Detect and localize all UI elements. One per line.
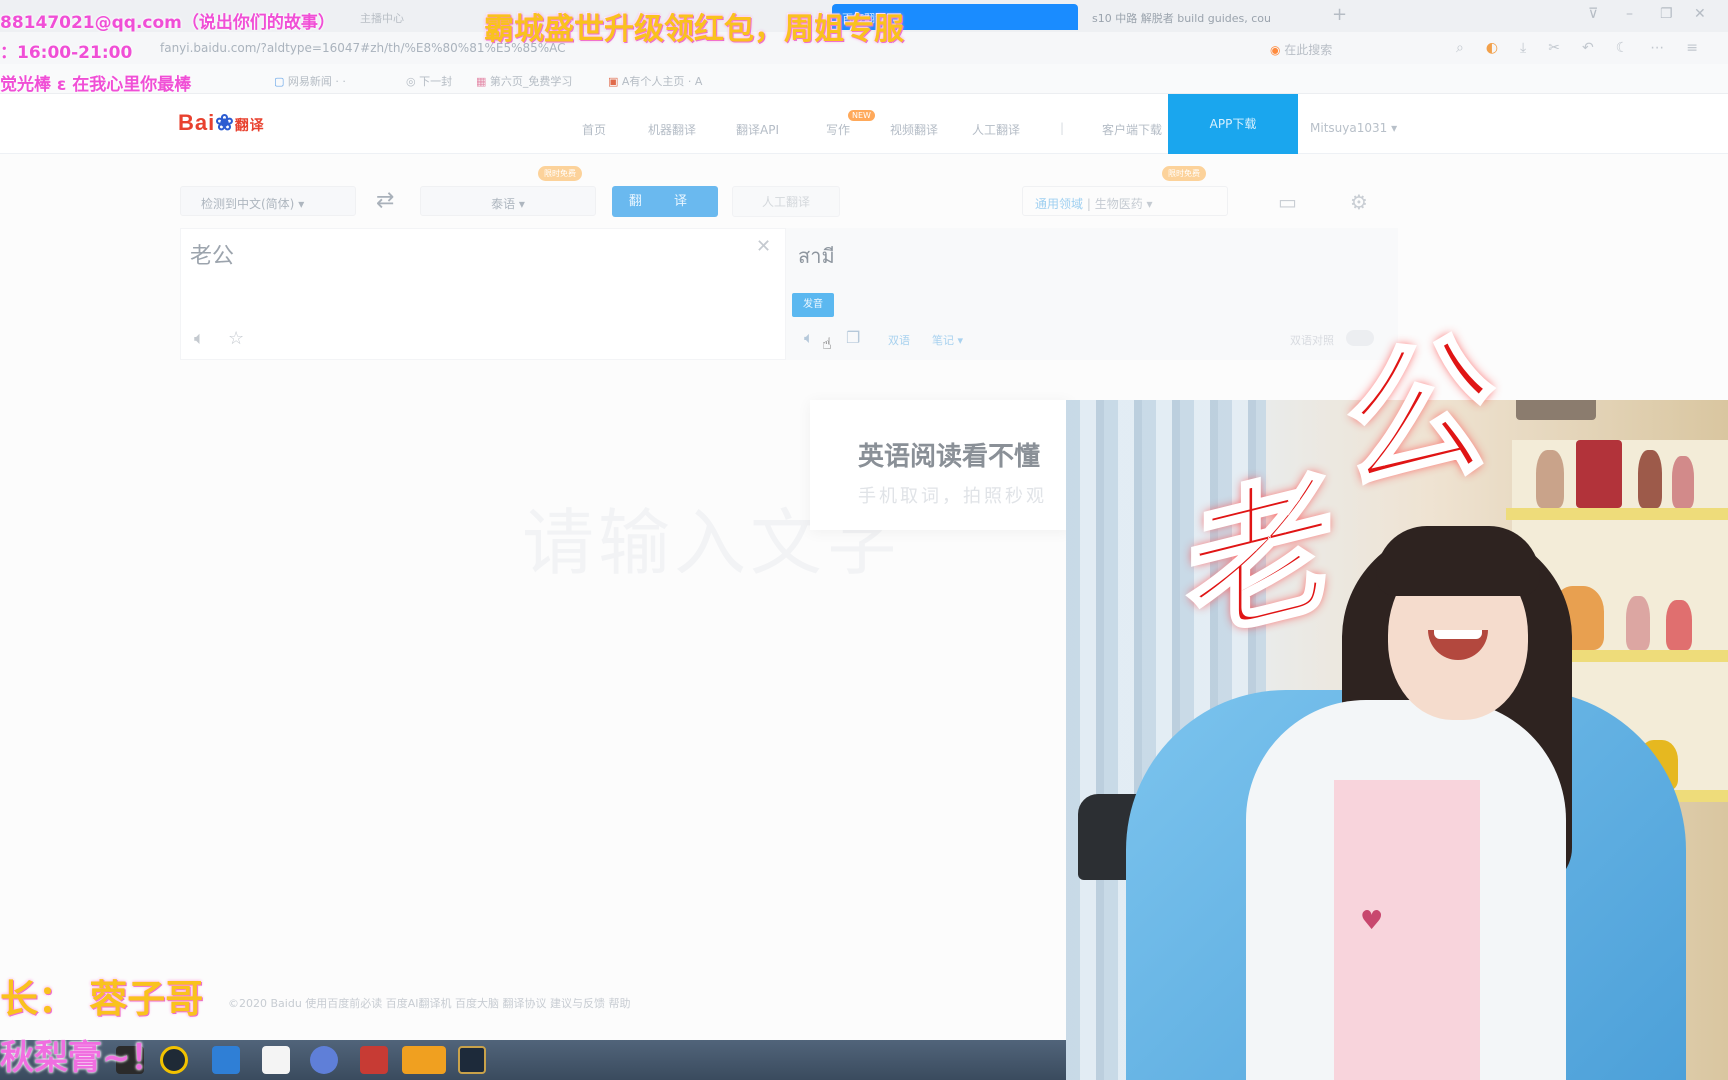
bookmark-icon: ▣ <box>608 75 622 88</box>
footer-links[interactable]: ©2020 Baidu 使用百度前必读 百度AI翻译机 百度大脑 翻译协议 建议… <box>228 995 631 1011</box>
user-menu[interactable]: Mitsuya1031 ▾ <box>1310 121 1397 135</box>
overlay-bottom-label: 长： 蓉子哥 <box>0 977 204 1021</box>
search-icon[interactable]: ⌕ <box>1456 40 1464 56</box>
shield-icon[interactable]: ⊽ <box>1588 6 1598 22</box>
teeth <box>1434 630 1482 639</box>
swap-languages-icon[interactable]: ⇄ <box>376 188 394 213</box>
overlay-banner: 霸城盛世升级领红包，周姐专服 <box>484 12 904 47</box>
bookmarks-bar: ▢ 网易新闻 · · ◎ 下一封 ▦ 第六页_免费学习 ▣ A有个人主页 · A <box>0 64 1728 94</box>
download-icon[interactable]: ⤓ <box>1520 40 1526 56</box>
paw-icon: ❀ <box>215 110 235 135</box>
menu-icon[interactable]: ≡ <box>1686 40 1698 56</box>
bookmark-1[interactable]: ▢ 网易新闻 · · <box>274 73 346 89</box>
overlay-line-left: 觉光棒 ε 在我心里你最棒 <box>0 75 192 95</box>
nav-translate-api[interactable]: 翻译API <box>736 121 779 138</box>
source-language-select[interactable]: 检测到中文(简体) ▾ <box>180 186 356 216</box>
settings-icon[interactable]: ⚙ <box>1350 190 1368 214</box>
chevron-down-icon: ▾ <box>294 197 305 211</box>
bookmark-icon: ▢ <box>274 75 288 88</box>
screen: 主播中心 百度翻译 s10 中路 解脱者 build guides, cou +… <box>0 0 1728 1080</box>
figurine <box>1638 450 1662 508</box>
domain-divider: | <box>1083 197 1095 211</box>
translate-button[interactable]: 翻 译 <box>612 186 718 217</box>
bookmark-icon: ▦ <box>476 75 490 88</box>
source-text-input[interactable]: 老公 <box>190 238 234 270</box>
bangs <box>1376 526 1540 596</box>
pronounce-tooltip: 发音 <box>792 293 834 317</box>
nav-machine-translation[interactable]: 机器翻译 <box>648 121 696 138</box>
wechat-icon[interactable] <box>402 1046 446 1074</box>
grid-icon[interactable]: ⋯ <box>1650 40 1664 56</box>
search-engine-icon: ◉ <box>1270 43 1285 57</box>
toolbar-icons: ⌕ ◐ ⤓ ✂ ↶ ☾ ⋯ ≡ <box>1456 40 1698 56</box>
figurine-box <box>1576 440 1622 508</box>
clear-input-icon[interactable]: ✕ <box>756 236 771 257</box>
promo-tag-left: 限时免费 <box>538 166 582 181</box>
overlay-time: ：16:00-21:00 <box>0 43 133 63</box>
notes-link[interactable]: 笔记 ▾ <box>932 332 963 348</box>
game-icon[interactable]: ◐ <box>1486 40 1498 56</box>
nav-divider: | <box>1060 121 1065 135</box>
nav-human-translation[interactable]: 人工翻译 <box>972 121 1020 138</box>
target-language-select[interactable]: 泰语 ▾ <box>420 186 596 216</box>
figurine <box>1666 600 1692 650</box>
bookmark-4[interactable]: ▣ A有个人主页 · A <box>608 73 702 89</box>
source-speaker-icon[interactable]: 🔈︎ <box>194 328 205 349</box>
site-header: Bai❀翻译 首页 机器翻译 翻译API 写作 NEW 视频翻译 人工翻译 | … <box>0 94 1728 154</box>
chevron-down-icon: ▾ <box>1387 121 1398 135</box>
notepad-icon[interactable] <box>262 1046 290 1074</box>
favorite-star-icon[interactable]: ☆ <box>228 328 244 349</box>
nav-video-translation[interactable]: 视频翻译 <box>890 121 938 138</box>
bookmark-icon: ◎ <box>406 75 420 88</box>
chevron-down-icon: ▾ <box>515 197 525 211</box>
overlay-email: 88147021@qq.com（说出你们的故事） <box>0 13 335 33</box>
nav-writing[interactable]: 写作 <box>826 121 850 138</box>
new-tab-icon[interactable]: + <box>1332 4 1347 25</box>
bilingual-link[interactable]: 双语 <box>888 332 910 348</box>
scissors-icon[interactable]: ✂ <box>1548 40 1560 56</box>
promo-tag-right: 限时免费 <box>1162 166 1206 181</box>
bookmark-3[interactable]: ▦ 第六页_免费学习 <box>476 73 572 89</box>
league-icon[interactable] <box>458 1046 486 1074</box>
night-mode-icon[interactable]: ☾ <box>1616 40 1629 56</box>
close-window-icon[interactable]: ✕ <box>1694 6 1706 22</box>
browser-icon[interactable] <box>310 1046 338 1074</box>
copy-icon[interactable]: ❐ <box>846 328 860 347</box>
pink-shirt <box>1334 780 1480 1080</box>
undo-icon[interactable]: ↶ <box>1582 40 1594 56</box>
app-download-button[interactable]: APP下载 <box>1168 94 1298 154</box>
shelf <box>1506 508 1728 520</box>
promo-title: 英语阅读看不懂 <box>858 442 1041 472</box>
translation-result: สามี <box>798 244 835 268</box>
promo-subtitle: 手机取词，拍照秒观 <box>858 486 1047 507</box>
nav-new-badge: NEW <box>848 110 875 121</box>
bookmark-2[interactable]: ◎ 下一封 <box>406 73 452 89</box>
tab-build-guides[interactable]: s10 中路 解脱者 build guides, cou <box>1082 4 1332 30</box>
mail-icon[interactable] <box>212 1046 240 1074</box>
chevron-down-icon: ▾ <box>1142 197 1153 211</box>
nav-home[interactable]: 首页 <box>582 121 606 138</box>
cursor-hand-icon: ☝︎ <box>822 334 832 353</box>
chevron-down-icon: ▾ <box>954 334 964 347</box>
award-box <box>1516 400 1596 420</box>
folder-add-icon[interactable]: ▭ <box>1278 190 1297 214</box>
figurine <box>1672 456 1694 508</box>
source-pane <box>180 228 786 360</box>
address-search[interactable]: ◉ 在此搜索 <box>1270 41 1332 58</box>
human-translation-button[interactable]: 人工翻译 <box>732 186 840 217</box>
restore-icon[interactable]: ❐ <box>1660 6 1673 22</box>
baidu-translate-logo[interactable]: Bai❀翻译 <box>178 110 265 136</box>
result-speaker-icon[interactable]: 🔈︎ <box>804 328 814 348</box>
heart-icon: ♥ <box>1360 906 1384 936</box>
game-launcher-icon[interactable] <box>360 1046 388 1074</box>
minimize-icon[interactable]: – <box>1626 6 1633 22</box>
overlay-bottom-line: 秋梨膏~！ <box>0 1038 165 1078</box>
domain-select[interactable]: 通用领域 | 生物医药 ▾ <box>1022 186 1228 216</box>
figurine <box>1626 596 1650 650</box>
figurine <box>1536 450 1564 508</box>
tab-streamer-center[interactable]: 主播中心 <box>350 4 414 30</box>
nav-client-download[interactable]: 客户端下载 <box>1102 121 1162 138</box>
